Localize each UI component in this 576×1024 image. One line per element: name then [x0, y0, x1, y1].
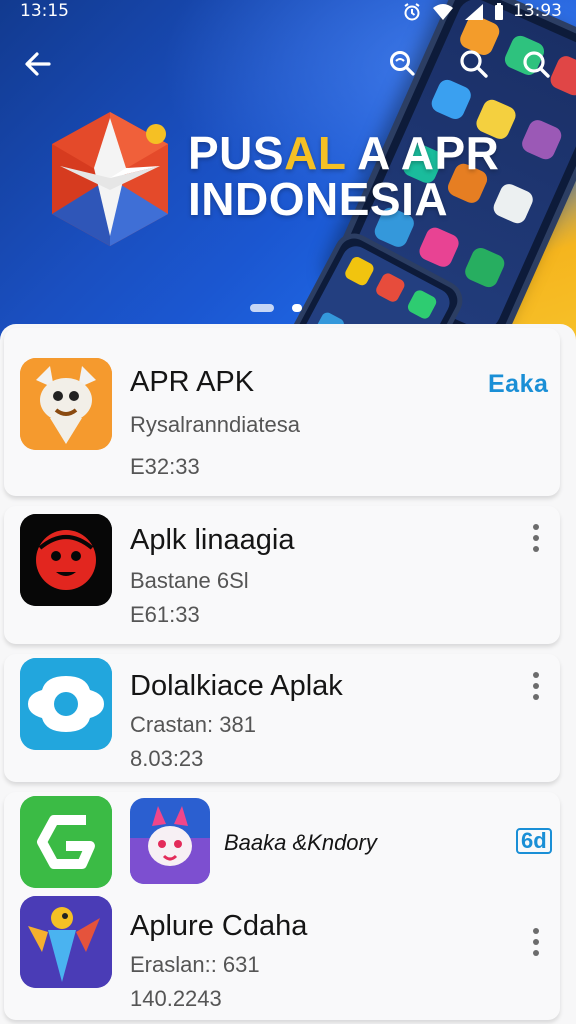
app-meta: Е61:33	[130, 602, 200, 627]
carousel-dot-active[interactable]	[250, 304, 274, 312]
hero-title-line2: INDONESIA	[188, 173, 449, 225]
scan-button[interactable]	[515, 44, 555, 84]
app-name[interactable]: Aplk linaagia	[130, 524, 294, 557]
app-card[interactable]: Dolalkiace Aplak Crastan: 381 8.03:23	[4, 654, 560, 782]
app-developer: Crastan: 381	[130, 712, 256, 737]
red-face-icon	[20, 514, 112, 606]
hero-title-part: PUS	[188, 127, 285, 179]
back-button[interactable]	[18, 44, 58, 84]
app-name[interactable]: Aplure Cdaha	[130, 910, 307, 943]
hero-title-highlight: AL	[284, 127, 346, 179]
status-time-left: 13:15	[20, 1, 69, 21]
alarm-icon	[404, 3, 420, 21]
app-name[interactable]: Dolalkiace Aplak	[130, 670, 343, 703]
status-bar: 13:15 13:93	[0, 0, 576, 24]
more-options-button[interactable]	[524, 924, 548, 960]
app-developer: Bastane 6Sl	[130, 568, 249, 593]
arrow-left-icon	[25, 52, 51, 76]
search-button[interactable]	[454, 44, 494, 84]
hero-title-part: A APR	[345, 127, 500, 179]
status-time-right: 13:93	[513, 1, 562, 21]
green-g-icon[interactable]	[20, 796, 112, 888]
app-card[interactable]: Aplk linaagia Bastane 6Sl Е61:33	[4, 506, 560, 644]
app-meta: 8.03:23	[130, 746, 204, 771]
discover-button[interactable]	[382, 44, 422, 84]
app-name[interactable]: APR APK	[130, 366, 254, 399]
action-icon[interactable]: 6d	[516, 828, 552, 854]
wifi-icon	[433, 4, 453, 20]
fox-mascot-icon	[20, 358, 112, 450]
carousel-dot[interactable]	[292, 304, 302, 312]
battery-icon	[495, 3, 503, 20]
star-logo-icon	[48, 108, 173, 250]
app-card-group[interactable]: Baaka &Kndory 6d Aplure Cdaha Eraslan:: …	[4, 792, 560, 1020]
blue-ring-icon	[20, 658, 112, 750]
carousel-indicator	[250, 304, 302, 312]
action-link[interactable]: Eaka	[488, 370, 548, 399]
app-developer: Rysalranndiatesa	[130, 412, 300, 437]
app-developer: Eraslan:: 631	[130, 952, 260, 977]
hero-banner[interactable]: 13:15 13:93 PUSAL A APR INDONESIA	[0, 0, 576, 340]
more-options-button[interactable]	[524, 520, 548, 556]
search-icon	[460, 50, 488, 78]
hero-title: PUSAL A APR INDONESIA	[188, 130, 499, 222]
more-options-button[interactable]	[524, 668, 548, 704]
search-sparkle-icon	[390, 51, 415, 76]
bird-mascot-icon	[20, 896, 112, 988]
app-list: APR APK Rysalranndiatesa Е32:33 Eaka Apl…	[0, 324, 576, 1024]
app-card[interactable]: APR APK Rysalranndiatesa Е32:33 Eaka	[4, 328, 560, 496]
cat-mascot-icon	[130, 798, 210, 884]
app-meta: Е32:33	[130, 454, 200, 479]
app-meta: 140.2243	[130, 986, 222, 1011]
signal-icon	[465, 4, 483, 20]
app-name[interactable]: Baaka &Kndory	[224, 830, 377, 856]
search-scan-icon	[523, 51, 550, 78]
status-icons	[402, 2, 504, 22]
